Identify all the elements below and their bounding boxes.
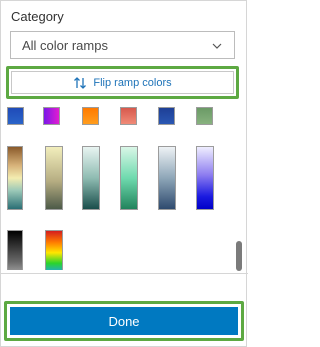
divider [1, 273, 248, 274]
category-select[interactable]: All color ramps [10, 31, 235, 59]
done-highlight: Done [4, 301, 244, 341]
chevron-down-icon [212, 43, 222, 49]
scrollbar-thumb[interactable] [236, 241, 242, 271]
ramp-navy[interactable] [158, 107, 175, 125]
ramp-mint-green[interactable] [120, 146, 138, 210]
ramp-olive-green[interactable] [196, 107, 213, 125]
swap-vertical-icon [74, 76, 87, 89]
ramp-blue[interactable] [7, 107, 24, 125]
ramp-orange[interactable] [82, 107, 99, 125]
ramp-grey-blue[interactable] [158, 146, 176, 210]
flip-ramp-colors-label: Flip ramp colors [93, 76, 172, 89]
ramp-brown-yellow-teal[interactable] [7, 146, 23, 210]
color-ramp-panel: Category All color ramps Flip ramp color… [0, 0, 248, 347]
flip-ramp-highlight: Flip ramp colors [6, 66, 239, 99]
category-label: Category [11, 9, 64, 24]
category-selected-value: All color ramps [22, 38, 108, 53]
done-button-label: Done [108, 313, 140, 329]
flip-ramp-colors-button[interactable]: Flip ramp colors [11, 71, 234, 94]
ramp-list[interactable] [1, 102, 248, 270]
ramp-cream-olive[interactable] [45, 146, 63, 210]
ramp-white-dark-teal[interactable] [82, 146, 100, 210]
done-button[interactable]: Done [10, 307, 238, 335]
ramp-red-salmon[interactable] [120, 107, 137, 125]
ramp-rainbow[interactable] [45, 230, 63, 270]
ramp-lavender-blue[interactable] [196, 146, 214, 210]
ramp-purple-magenta[interactable] [43, 107, 60, 125]
ramp-black-white[interactable] [7, 230, 23, 270]
